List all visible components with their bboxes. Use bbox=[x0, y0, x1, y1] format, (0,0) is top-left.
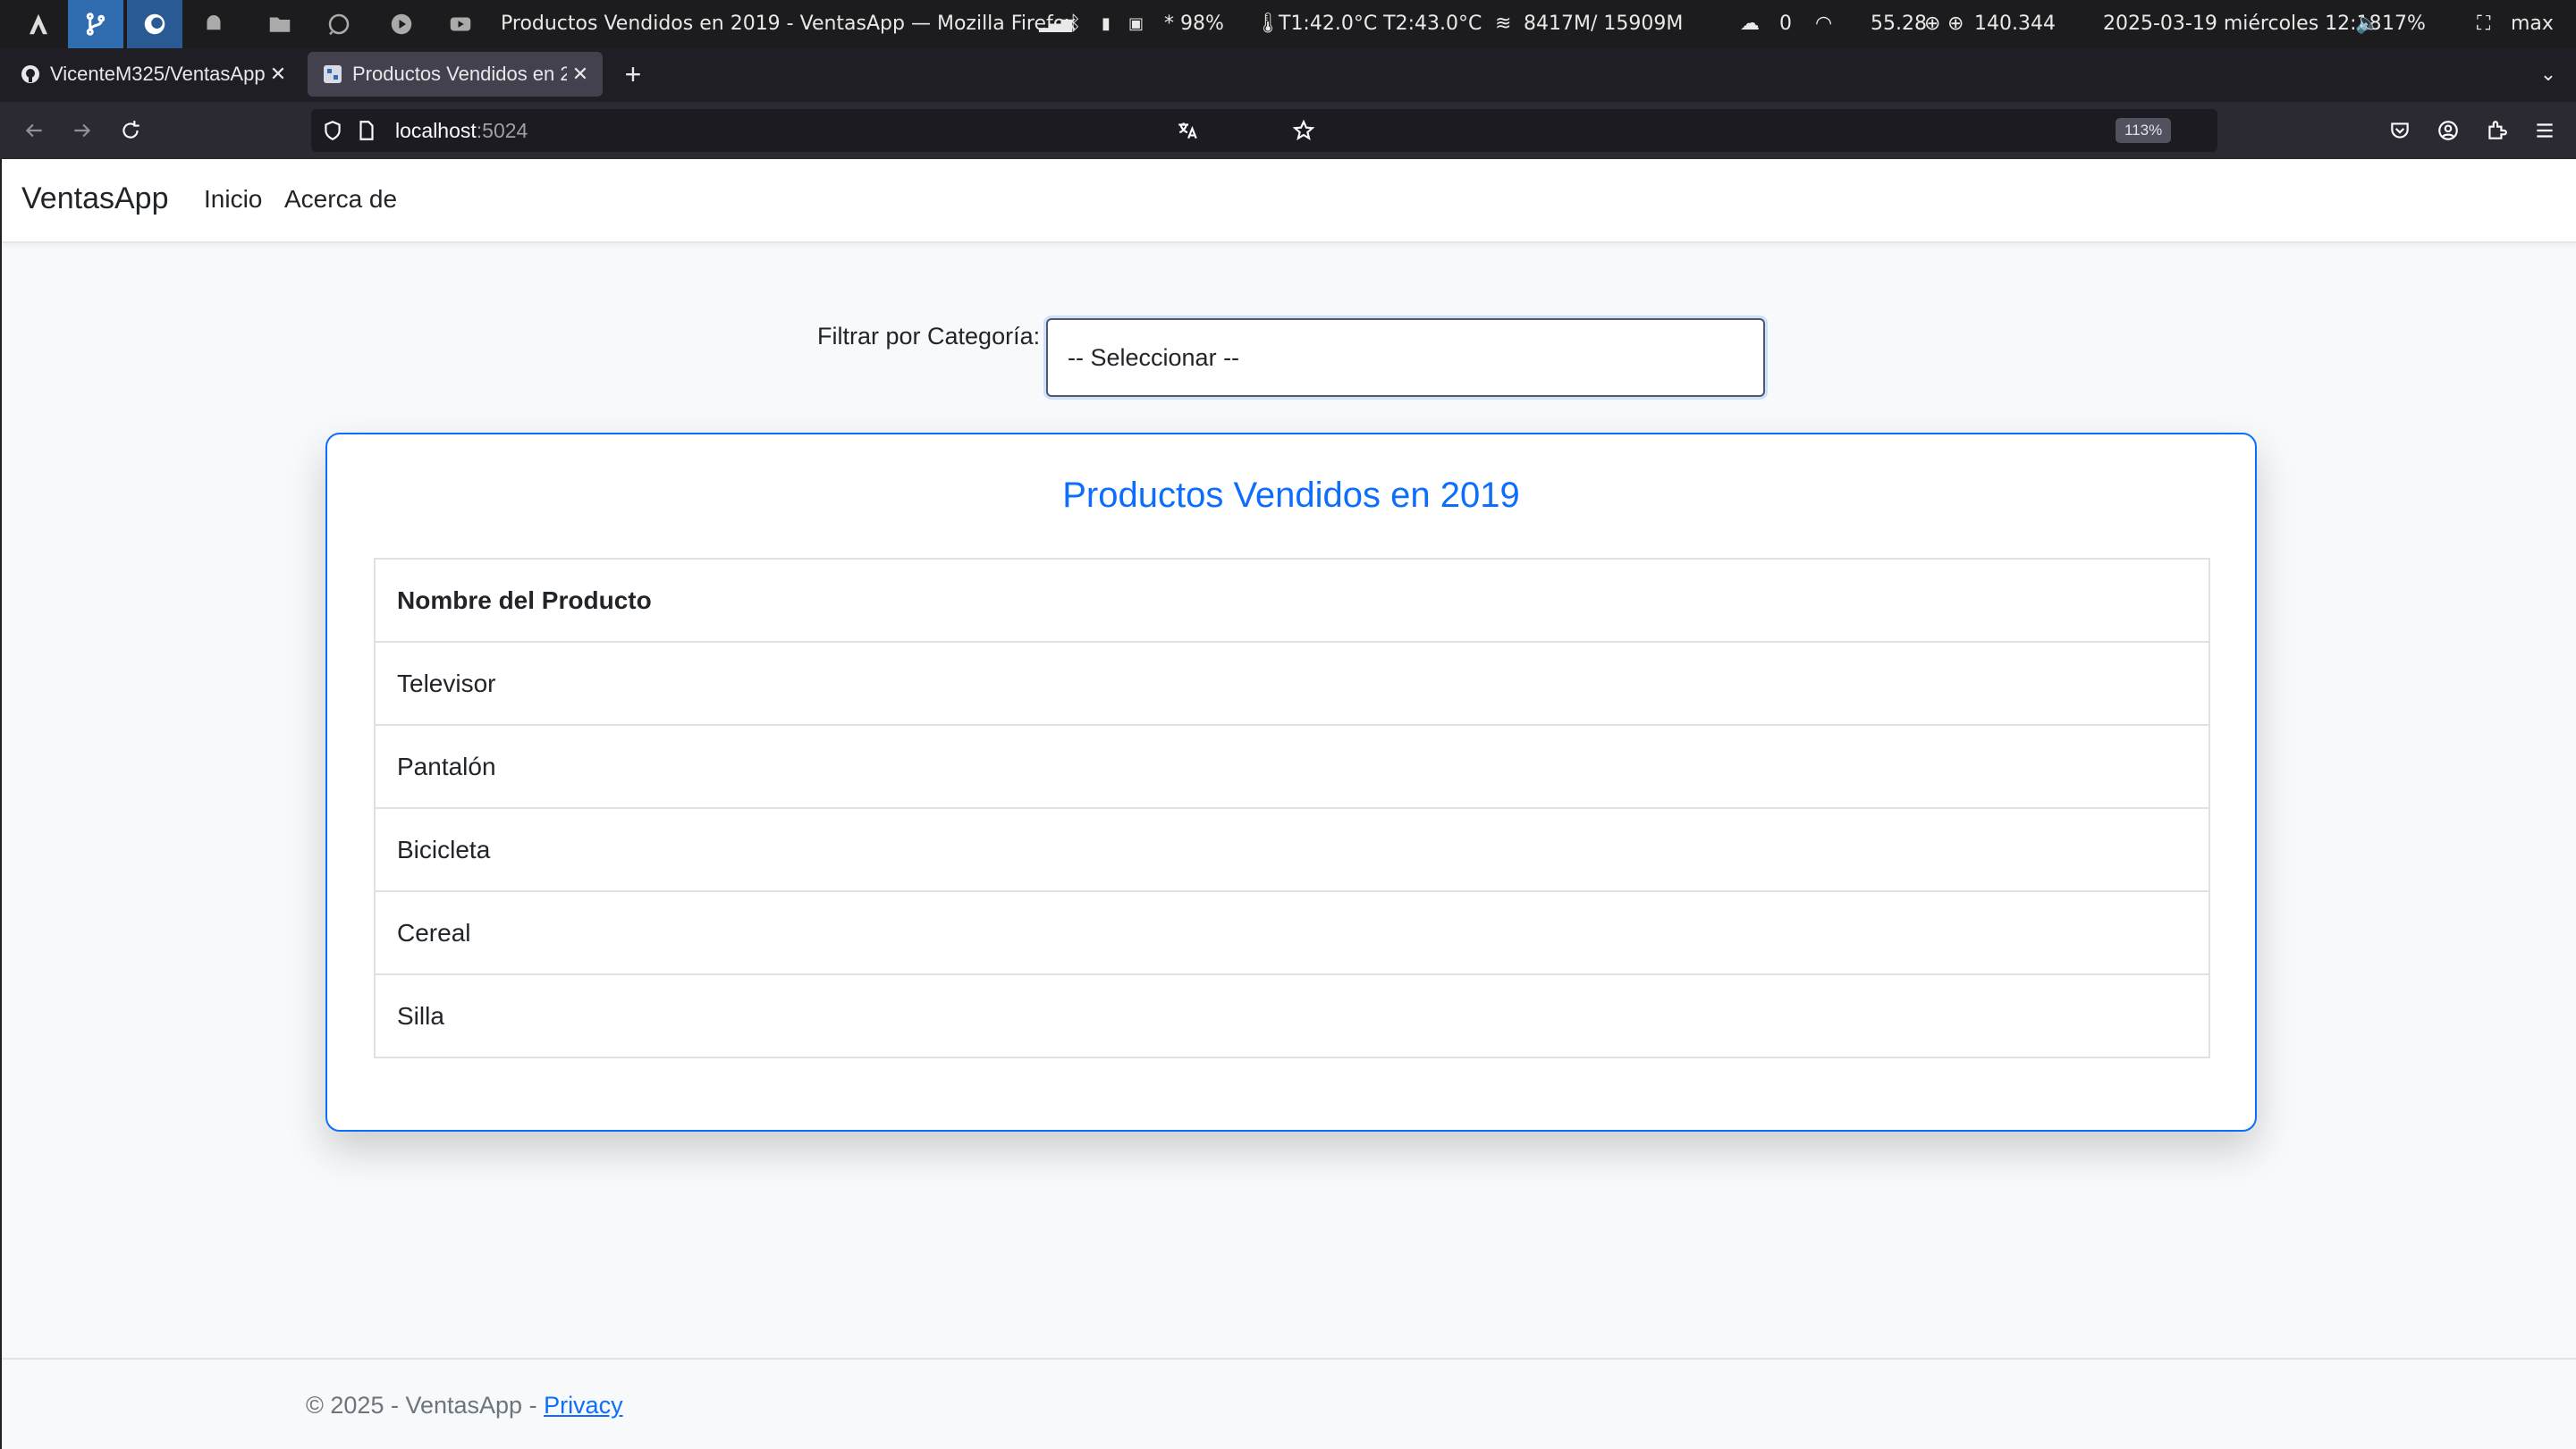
tab-list-chevron-icon[interactable]: ⌄ bbox=[2530, 52, 2566, 97]
net-up-readout: 140.344 bbox=[1974, 13, 2056, 35]
net-down-readout: 55.28 bbox=[1871, 13, 1927, 35]
menu-icon[interactable] bbox=[2527, 113, 2563, 148]
products-card: Productos Vendidos en 2019 Nombre del Pr… bbox=[325, 433, 2257, 1132]
battery-icon: ▮ bbox=[1102, 14, 1111, 33]
account-icon[interactable] bbox=[2430, 113, 2466, 148]
privacy-link[interactable]: Privacy bbox=[544, 1392, 623, 1419]
footer-text: © 2025 - VentasApp - Privacy bbox=[306, 1392, 623, 1420]
download-icon: ⊕ bbox=[1924, 13, 1941, 35]
copyright-text: © 2025 - VentasApp - bbox=[306, 1392, 545, 1419]
temperature-readout: T1:42.0°C T2:43.0°C bbox=[1279, 13, 1482, 35]
whatsapp-icon[interactable] bbox=[311, 0, 367, 48]
table-row: Cereal bbox=[374, 890, 2210, 975]
category-select[interactable]: -- Seleccionar -- bbox=[1046, 318, 1765, 397]
forward-icon[interactable] bbox=[64, 113, 100, 148]
git-branch-icon[interactable] bbox=[68, 0, 123, 48]
fullscreen-icon[interactable]: ⛶ bbox=[2477, 0, 2490, 48]
memory-icon: ≋ bbox=[1495, 13, 1512, 35]
nav-link-acerca-de[interactable]: Acerca de bbox=[284, 185, 397, 214]
filter-label: Filtrar por Categoría: bbox=[817, 323, 1041, 350]
products-table: Nombre del Producto Televisor Pantalón B… bbox=[374, 558, 2210, 1058]
shield-icon[interactable] bbox=[315, 113, 351, 148]
back-icon[interactable] bbox=[16, 113, 52, 148]
brand-link[interactable]: VentasApp bbox=[21, 181, 168, 216]
table-row: Televisor bbox=[374, 641, 2210, 726]
bluetooth-icon[interactable]: ᛒ bbox=[1069, 0, 1081, 48]
wifi-icon[interactable]: ◠ bbox=[1815, 0, 1832, 48]
tab-strip: VicenteM325/VentasApp: ✕ Productos Vendi… bbox=[0, 48, 2576, 102]
youtube-icon[interactable] bbox=[433, 0, 488, 48]
layout-mode: max bbox=[2511, 13, 2554, 35]
table-row: Silla bbox=[374, 973, 2210, 1058]
upload-icon: ⊕ bbox=[1947, 13, 1964, 35]
product-name-cell: Silla bbox=[374, 973, 2210, 1058]
translate-icon[interactable] bbox=[1170, 113, 1205, 148]
thermometer-icon: 🌡 bbox=[1255, 13, 1280, 35]
extensions-icon[interactable] bbox=[2479, 113, 2514, 148]
product-name-cell: Pantalón bbox=[374, 724, 2210, 809]
new-tab-button[interactable]: + bbox=[613, 52, 653, 97]
page-content: VentasApp Inicio Acerca de Filtrar por C… bbox=[0, 159, 2576, 1449]
table-row: Pantalón bbox=[374, 724, 2210, 809]
url-bar[interactable]: localhost:5024 113% bbox=[311, 109, 2217, 152]
navbar: VentasApp Inicio Acerca de bbox=[2, 159, 2576, 243]
signal-icon: ▂▄▆ bbox=[1039, 15, 1072, 32]
volume-level: 17% bbox=[2382, 13, 2426, 35]
screen-icon: ▣ bbox=[1128, 14, 1144, 33]
table-header-row: Nombre del Producto bbox=[374, 558, 2210, 643]
browser-toolbar: localhost:5024 113% bbox=[0, 102, 2576, 159]
column-header: Nombre del Producto bbox=[374, 558, 2210, 643]
github-icon bbox=[21, 65, 39, 83]
app-favicon-icon bbox=[324, 65, 342, 83]
table-row: Bicicleta bbox=[374, 807, 2210, 892]
system-top-bar: Productos Vendidos en 2019 - VentasApp —… bbox=[0, 0, 2576, 48]
close-tab-icon[interactable]: ✕ bbox=[265, 63, 291, 86]
footer: © 2025 - VentasApp - Privacy bbox=[2, 1358, 2576, 1449]
android-icon[interactable] bbox=[186, 0, 241, 48]
tab-github[interactable]: VicenteM325/VentasApp: ✕ bbox=[5, 52, 300, 97]
nav-link-inicio[interactable]: Inicio bbox=[204, 185, 262, 214]
media-play-icon[interactable] bbox=[374, 0, 429, 48]
firefox-workspace-icon[interactable] bbox=[127, 0, 182, 48]
product-name-cell: Bicicleta bbox=[374, 807, 2210, 892]
cloud-upload-icon[interactable]: ☁ bbox=[1740, 0, 1760, 48]
tab-title: VicenteM325/VentasApp: bbox=[50, 63, 265, 85]
reload-icon[interactable] bbox=[113, 113, 148, 148]
url-text[interactable]: localhost:5024 bbox=[395, 109, 528, 152]
pocket-icon[interactable] bbox=[2382, 113, 2418, 148]
folder-icon[interactable] bbox=[252, 0, 308, 48]
product-name-cell: Cereal bbox=[374, 890, 2210, 975]
tab-productos[interactable]: Productos Vendidos en 2019 ✕ bbox=[308, 52, 603, 97]
updates-count: 0 bbox=[1779, 13, 1792, 35]
tab-title: Productos Vendidos en 2019 bbox=[352, 63, 567, 85]
bookmark-star-icon[interactable] bbox=[1286, 113, 1322, 148]
window-title: Productos Vendidos en 2019 - VentasApp —… bbox=[501, 13, 1077, 35]
battery-level: * 98% bbox=[1164, 13, 1224, 35]
card-title: Productos Vendidos en 2019 bbox=[1062, 476, 1520, 515]
memory-readout: 8417M/ 15909M bbox=[1524, 13, 1684, 35]
close-tab-icon[interactable]: ✕ bbox=[567, 63, 594, 86]
arch-logo-icon[interactable] bbox=[11, 0, 66, 48]
datetime[interactable]: 2025-03-19 miércoles 12:18 bbox=[2103, 0, 2382, 48]
volume-icon[interactable]: 🔈 bbox=[2355, 0, 2379, 48]
page-icon[interactable] bbox=[349, 113, 384, 148]
zoom-level-badge[interactable]: 113% bbox=[2116, 118, 2172, 143]
product-name-cell: Televisor bbox=[374, 641, 2210, 726]
